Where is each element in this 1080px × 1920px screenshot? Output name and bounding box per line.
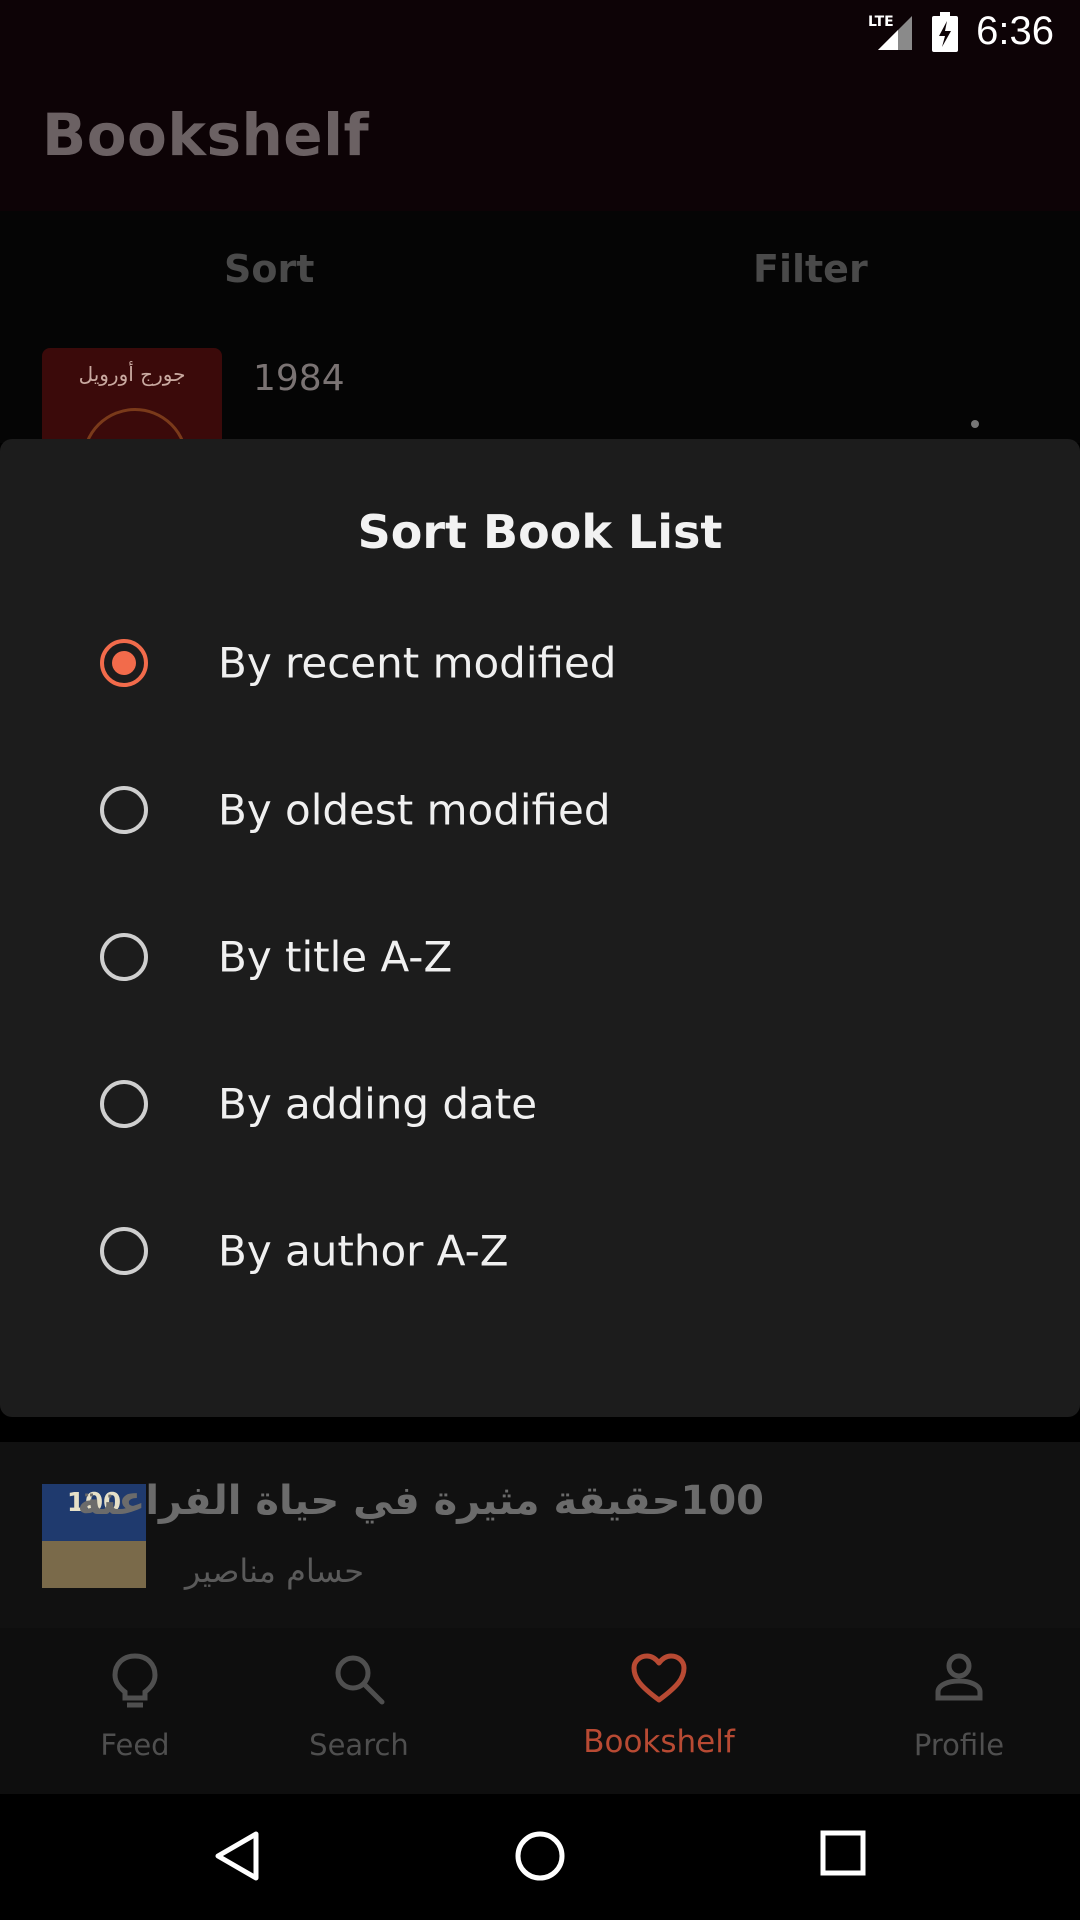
nav-label: Search (309, 1728, 409, 1762)
book-title: 1984 (253, 358, 345, 399)
tab-filter[interactable]: Filter (753, 247, 868, 291)
svg-text:LTE: LTE (868, 14, 894, 30)
book-cover: جورج أورويل (42, 348, 222, 448)
back-icon[interactable] (214, 1830, 260, 1886)
nav-item-search[interactable]: Search (224, 1628, 494, 1794)
sort-option-oldest-modified[interactable]: By oldest modified (0, 736, 1080, 883)
sort-option-recent-modified[interactable]: By recent modified (0, 589, 1080, 736)
sort-option-title-az[interactable]: By title A-Z (0, 883, 1080, 1030)
nav-item-bookshelf[interactable]: Bookshelf (524, 1628, 794, 1794)
nav-item-profile[interactable]: Profile (824, 1628, 1080, 1794)
radio-unselected-icon[interactable] (100, 785, 148, 834)
search-icon (332, 1652, 386, 1710)
option-label: By recent modified (218, 638, 617, 687)
book-title: 100حقيقة مثيرة في حياة الفراعنة (77, 1478, 764, 1524)
option-label: By oldest modified (218, 785, 611, 834)
sheet-title: Sort Book List (357, 505, 723, 559)
tab-sort[interactable]: Sort (224, 247, 314, 291)
radio-unselected-icon[interactable] (100, 1226, 148, 1275)
option-label: By adding date (218, 1079, 538, 1128)
option-label: By author A-Z (218, 1226, 509, 1275)
heart-icon (630, 1652, 688, 1708)
status-bar: LTE 6:36 (0, 0, 1080, 63)
battery-charging-icon (932, 11, 959, 52)
sort-option-adding-date[interactable]: By adding date (0, 1030, 1080, 1177)
status-time: 6:36 (976, 9, 1054, 53)
book-author: حسام مناصير (184, 1552, 364, 1590)
page-title: Bookshelf (42, 101, 370, 169)
system-navigation-bar (0, 1794, 1080, 1920)
lightbulb-icon (110, 1652, 160, 1714)
recents-icon[interactable] (820, 1830, 866, 1880)
sort-option-author-az[interactable]: By author A-Z (0, 1177, 1080, 1324)
nav-label: Profile (913, 1728, 1005, 1762)
book-cover-text: جورج أورويل (78, 362, 186, 386)
list-item[interactable] (0, 1442, 1080, 1628)
more-options-icon[interactable] (971, 420, 979, 428)
nav-label: Bookshelf (583, 1724, 735, 1760)
person-icon (934, 1652, 984, 1706)
option-label: By title A-Z (218, 932, 453, 981)
radio-unselected-icon[interactable] (100, 932, 148, 981)
lte-signal-icon: LTE (868, 12, 914, 52)
radio-unselected-icon[interactable] (100, 1079, 148, 1128)
sort-filter-tabs: Sort Filter (0, 211, 1080, 333)
app-bar: Bookshelf (0, 63, 1080, 211)
radio-selected-icon[interactable] (100, 638, 148, 687)
home-icon[interactable] (514, 1830, 566, 1886)
sort-bottom-sheet: Sort Book List By recent modified By old… (0, 439, 1080, 1417)
bottom-navigation: Feed Search Bookshelf Profile (0, 1628, 1080, 1794)
